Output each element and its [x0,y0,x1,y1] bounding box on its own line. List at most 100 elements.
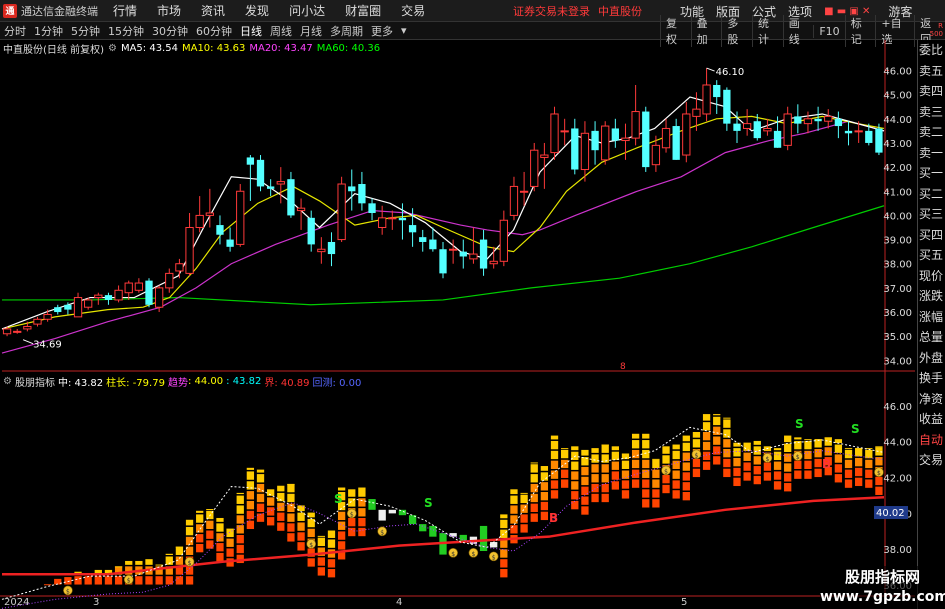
sub-bar-block [307,528,315,538]
sub-bar-block [753,456,761,465]
sub-bar-block [581,506,589,515]
panel-item-ask2[interactable]: 卖二 [918,122,945,143]
sub-bar-block [530,513,538,522]
sub-bar-block [307,518,315,528]
candle-body-down [307,217,315,245]
sub-bar-block [500,569,508,578]
panel-item-bid3[interactable]: 买三 [918,204,945,225]
panel-item-turnover[interactable]: 换手 [918,368,945,389]
panel-item-ask3[interactable]: 卖三 [918,102,945,123]
sub-bar-block [226,538,234,547]
sub-bar-block [64,577,72,585]
panel-item-bid4[interactable]: 买四 [918,225,945,246]
panel-item-trade[interactable]: 交易 [918,450,945,471]
price-tick-label: 39.00 [883,236,912,247]
sub-mid-value: 中: 43.82 [57,377,104,389]
sub-bar-block [196,510,204,513]
sub-bar-block [185,526,194,536]
price-tick-label: 37.00 [883,284,912,295]
sub-bar-block [723,429,731,438]
kline-chart[interactable]: 46.00 45.00 44.00 43.00 42.00 41.00 40.00 39.00… [0,0,945,609]
panel-item-ask4[interactable]: 卖四 [918,81,945,102]
candle-body-up [509,185,519,216]
sub-bar-block [844,448,853,450]
sub-bar-block [631,433,640,439]
panel-item-volume[interactable]: 总量 [918,327,945,348]
candle-body-up [448,248,458,251]
sub-bar-block [337,531,346,540]
price-tick-label: 43.00 [883,139,912,150]
low-price-label: 34.69 [33,340,62,351]
money-bag-symbol: $ [380,529,384,536]
sub-bar-block [763,462,772,471]
sub-indicator-name: 股朋指标 [14,377,55,389]
panel-item-auto[interactable]: 自动 [918,430,945,451]
sub-bar-block [733,467,741,477]
sub-bar-block [358,517,366,527]
money-bag-symbol: $ [877,470,881,477]
sub-bar-block [642,459,650,469]
sub-bar-block [591,454,599,463]
candle-body-up [601,125,610,161]
sub-bar-block [348,527,356,537]
panel-item-ask5[interactable]: 卖五 [918,61,945,82]
money-bag-symbol: $ [66,588,70,595]
sub-bar-block [824,437,832,439]
sell-signal: S [851,422,860,436]
sub-bar-block [236,515,244,524]
sub-bar-block [43,584,52,586]
candle-body-up [702,84,711,115]
candle-body-up [124,282,133,294]
sub-bar-block [185,519,194,526]
sub-bar-block [713,416,721,426]
price-tick-label: 41.00 [883,187,912,198]
sub-bar-block [591,474,599,483]
sub-bar-block [277,522,285,531]
money-bag-symbol: $ [127,578,131,585]
sub-bar-block [520,494,528,504]
sub-bar-block [875,486,883,495]
high-price-label: 46.10 [716,67,745,78]
panel-item-ratio[interactable]: 委比 [918,40,945,61]
panel-item-ask1[interactable]: 卖一 [918,143,945,164]
panel-item-net-asset[interactable]: 净资 [918,389,945,410]
sub-bar-block [743,452,751,461]
sub-bar-block [723,417,731,419]
sub-bar-block [307,558,315,567]
sub-bar-block [550,470,559,479]
sub-bar-block [773,461,782,470]
panel-item-bid2[interactable]: 买二 [918,184,945,205]
candle-body-down [408,225,417,233]
sub-bar-block [753,475,761,485]
sub-bar-block [844,469,853,478]
sub-bar-block [601,444,609,446]
sub-bar-block [682,462,690,471]
sub-bar-block [672,470,680,479]
buy-signal: B [549,511,558,525]
sub-bar-block [561,448,569,450]
sub-bar-block [155,576,163,585]
panel-item-price[interactable]: 现价 [918,266,945,287]
candle-body-up [114,289,123,301]
sub-bar-block [804,460,812,470]
sub-bar-block [540,466,549,471]
panel-item-change[interactable]: 涨跌 [918,286,945,307]
candle-body-up [337,183,346,241]
candle-body-down [479,239,488,269]
panel-item-change-pct[interactable]: 涨幅 [918,307,945,328]
indicator-settings-icon[interactable]: ⚙ [3,376,12,387]
candle-body-down [642,111,650,168]
panel-item-bid5[interactable]: 买五 [918,245,945,266]
candle-body-down [368,203,376,213]
sub-bar-block [550,460,559,470]
panel-item-bid1[interactable]: 买一 [918,163,945,184]
panel-item-earnings[interactable]: 收益 [918,409,945,430]
panel-item-outer[interactable]: 外盘 [918,348,945,369]
sub-bar-block [104,576,113,585]
candle-body-up [661,127,671,149]
price-tick-label: 38.00 [883,260,912,271]
sub-bar-block [550,450,559,460]
sub-bar-block [337,487,346,491]
sell-signal: S [334,492,343,506]
sub-bar-block [94,576,102,585]
